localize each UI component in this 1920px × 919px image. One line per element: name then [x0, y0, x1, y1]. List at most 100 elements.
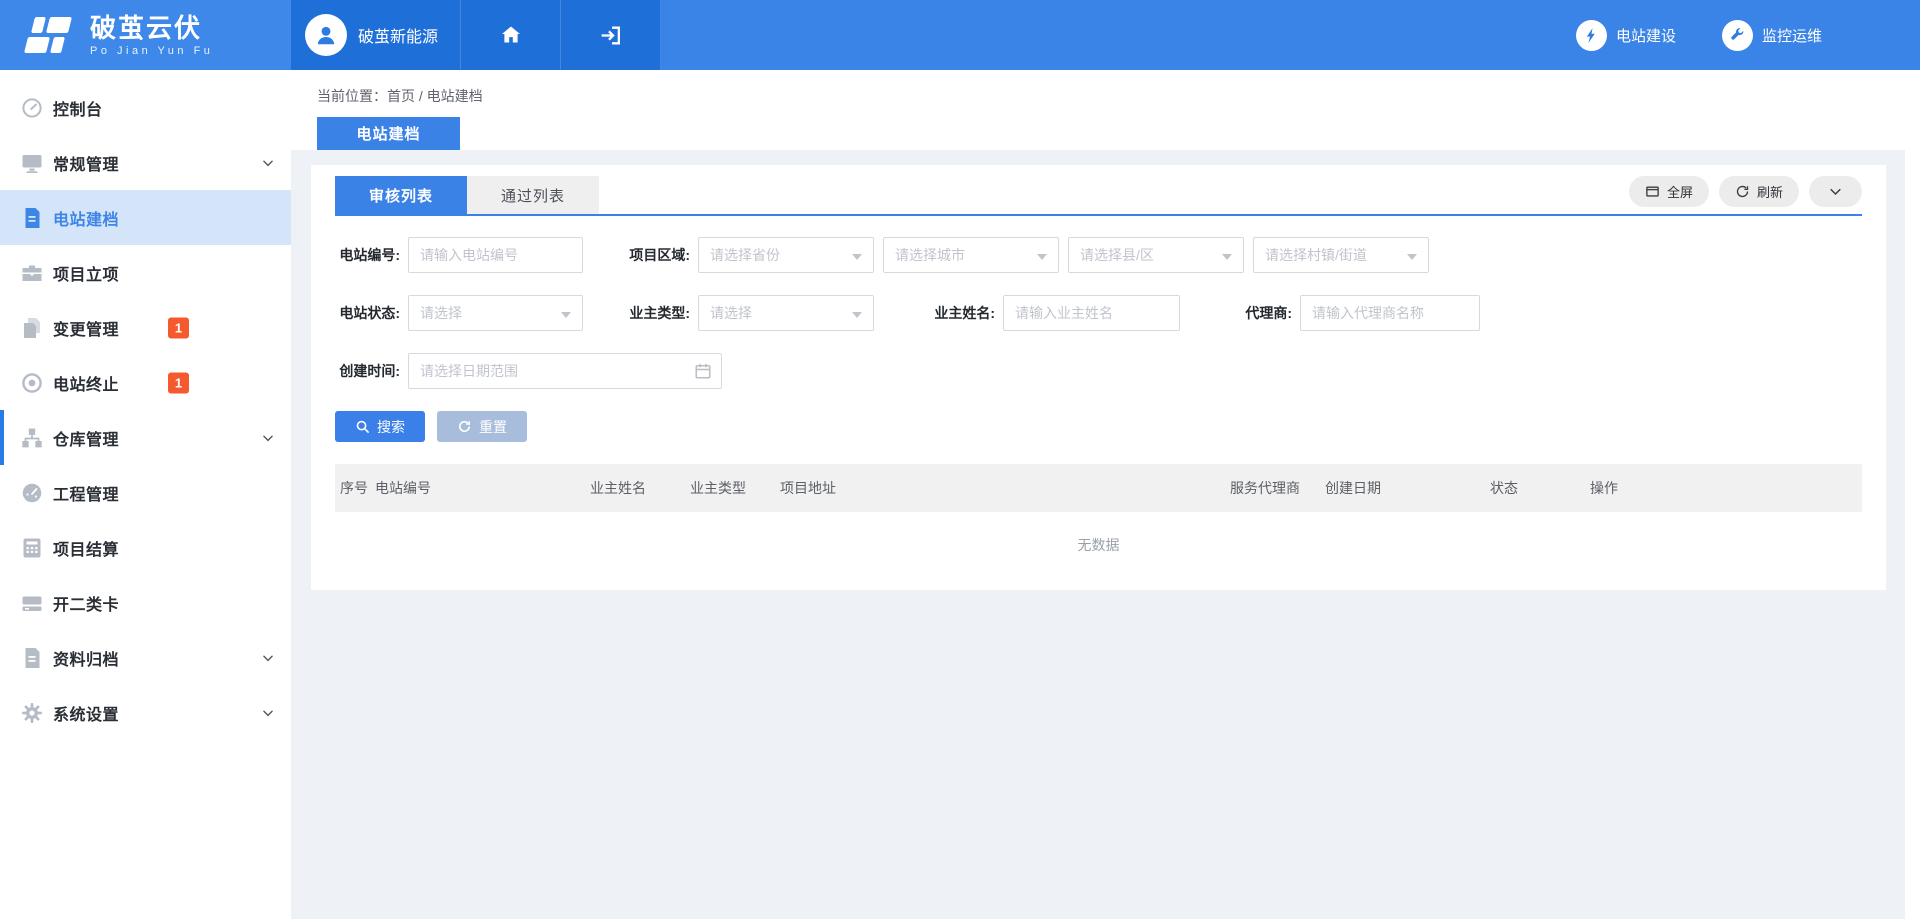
reset-button[interactable]: 重置	[437, 411, 527, 442]
scrollbar-track[interactable]	[1905, 150, 1920, 919]
avatar[interactable]	[305, 14, 347, 56]
tab-passed-list[interactable]: 通过列表	[467, 176, 599, 214]
sidebar-item-project-initiation[interactable]: 项目立项	[0, 245, 291, 300]
filter-row-3: 创建时间:	[335, 353, 1862, 389]
nav-monitor-ops[interactable]: 监控运维	[1722, 20, 1822, 51]
province-select[interactable]: 请选择省份	[698, 237, 874, 273]
col-owner-type: 业主类型	[690, 478, 780, 498]
brand-logo-icon	[22, 13, 76, 57]
gauge-icon	[20, 481, 44, 505]
sidebar-item-console[interactable]: 控制台	[0, 80, 291, 135]
card-icon	[20, 591, 44, 615]
chevron-down-icon	[261, 156, 275, 170]
sidebar-item-general-mgmt[interactable]: 常规管理	[0, 135, 291, 190]
home-icon	[499, 23, 523, 47]
owner-type-select[interactable]: 请选择	[698, 295, 874, 331]
city-select[interactable]: 请选择城市	[883, 237, 1059, 273]
sidebar-item-warehouse-mgmt[interactable]: 仓库管理	[0, 410, 291, 465]
user-icon	[313, 22, 339, 48]
lightning-icon	[1583, 27, 1600, 44]
nav-station-build-label: 电站建设	[1616, 25, 1676, 46]
owner-name-input[interactable]	[1003, 295, 1180, 331]
badge-count: 1	[168, 317, 189, 338]
archive-icon	[20, 646, 44, 670]
station-no-label: 电站编号:	[335, 245, 400, 265]
brand-subtitle: Po Jian Yun Fu	[90, 45, 213, 57]
tab-review-list[interactable]: 审核列表	[335, 176, 467, 214]
sidebar-item-project-settlement[interactable]: 项目结算	[0, 520, 291, 575]
col-actions: 操作	[1590, 478, 1618, 498]
user-menu[interactable]: 破茧新能源	[291, 0, 461, 70]
col-owner-name: 业主姓名	[590, 478, 690, 498]
sidebar-item-data-archive[interactable]: 资料归档	[0, 630, 291, 685]
agent-label: 代理商:	[1180, 303, 1292, 323]
page-tab-station-filing[interactable]: 电站建档	[317, 117, 460, 150]
chevron-down-icon	[261, 651, 275, 665]
table-header: 序号 电站编号 业主姓名 业主类型 项目地址 服务代理商 创建日期 状态 操作	[335, 464, 1862, 512]
agent-input[interactable]	[1300, 295, 1480, 331]
sitemap-icon	[20, 426, 44, 450]
reset-icon	[457, 419, 472, 434]
filter-actions: 搜索 重置	[335, 411, 1862, 442]
chevron-down-icon	[261, 431, 275, 445]
owner-type-label: 业主类型:	[583, 303, 690, 323]
fullscreen-icon	[1645, 184, 1660, 199]
calculator-icon	[20, 536, 44, 560]
dashboard-icon	[20, 96, 44, 120]
monitor-icon	[20, 151, 44, 175]
county-select[interactable]: 请选择县/区	[1068, 237, 1244, 273]
fullscreen-button[interactable]: 全屏	[1629, 176, 1709, 207]
refresh-icon	[1735, 184, 1750, 199]
col-index: 序号	[340, 478, 375, 498]
sidebar: 控制台 常规管理 电站建档 项目立项 变更管理 1 电站终止 1	[0, 70, 291, 919]
logout-icon	[598, 23, 623, 48]
copy-icon	[20, 316, 44, 340]
date-range-input[interactable]	[408, 353, 722, 389]
chevron-down-icon	[261, 706, 275, 720]
search-button[interactable]: 搜索	[335, 411, 425, 442]
sidebar-item-system-settings[interactable]: 系统设置	[0, 685, 291, 740]
breadcrumb-prefix: 当前位置：	[317, 88, 387, 104]
owner-name-label: 业主姓名:	[874, 303, 995, 323]
nav-station-build[interactable]: 电站建设	[1576, 20, 1676, 51]
search-icon	[355, 419, 370, 434]
col-created-date: 创建日期	[1325, 478, 1490, 498]
company-name: 破茧新能源	[358, 23, 438, 47]
col-address: 项目地址	[780, 478, 1230, 498]
table-empty-state: 无数据	[335, 512, 1862, 578]
station-status-label: 电站状态:	[335, 303, 400, 323]
breadcrumb-path: 首页 / 电站建档	[387, 88, 483, 104]
target-icon	[20, 371, 44, 395]
home-button[interactable]	[461, 0, 561, 70]
col-station-no: 电站编号	[375, 478, 590, 498]
content-panel: 全屏 刷新 审核列表 通过列表 电站编号: 项目区域: 请选择省份	[311, 165, 1886, 590]
sidebar-item-open-card[interactable]: 开二类卡	[0, 575, 291, 630]
gear-icon	[20, 701, 44, 725]
refresh-button[interactable]: 刷新	[1719, 176, 1799, 207]
sidebar-item-station-termination[interactable]: 电站终止 1	[0, 355, 291, 410]
wrench-icon	[1729, 27, 1745, 43]
sidebar-item-engineering-mgmt[interactable]: 工程管理	[0, 465, 291, 520]
station-status-select[interactable]: 请选择	[408, 295, 583, 331]
col-status: 状态	[1490, 478, 1590, 498]
panel-toolbar: 全屏 刷新	[1629, 176, 1862, 207]
collapse-button[interactable]	[1809, 176, 1862, 207]
filter-row-2: 电站状态: 请选择 业主类型: 请选择 业主姓名: 代理商:	[335, 295, 1862, 331]
col-agent: 服务代理商	[1230, 478, 1325, 498]
chevron-down-icon	[1828, 184, 1843, 199]
app-header: 破茧云伏 Po Jian Yun Fu 破茧新能源	[0, 0, 1920, 70]
created-time-label: 创建时间:	[335, 361, 400, 381]
brand-logo: 破茧云伏 Po Jian Yun Fu	[0, 0, 291, 70]
filter-row-1: 电站编号: 项目区域: 请选择省份 请选择城市 请选择县/区 请选择村镇/街道	[335, 237, 1862, 273]
brand-title: 破茧云伏	[90, 14, 213, 42]
badge-count: 1	[168, 372, 189, 393]
logout-button[interactable]	[561, 0, 661, 70]
town-select[interactable]: 请选择村镇/街道	[1253, 237, 1429, 273]
station-no-input[interactable]	[408, 237, 583, 273]
breadcrumb: 当前位置：首页 / 电站建档	[317, 86, 483, 106]
breadcrumb-band: 当前位置：首页 / 电站建档 电站建档	[291, 70, 1920, 150]
sidebar-item-station-filing[interactable]: 电站建档	[0, 190, 291, 245]
sidebar-item-change-mgmt[interactable]: 变更管理 1	[0, 300, 291, 355]
region-label: 项目区域:	[583, 245, 690, 265]
document-icon	[20, 206, 44, 230]
